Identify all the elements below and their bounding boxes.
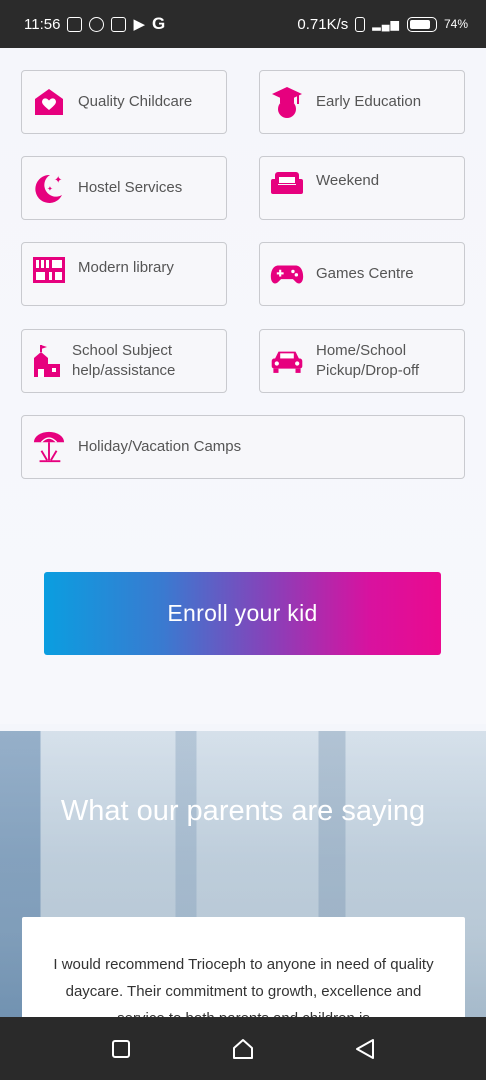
service-label: Early Education <box>316 93 422 110</box>
beach-umbrella-icon <box>32 430 66 464</box>
service-home-school-pickup[interactable]: Home/School Pickup/Drop-off <box>259 329 465 393</box>
service-hostel-services[interactable]: ✦ ✦ Hostel Services <box>21 156 227 220</box>
service-label: Hostel Services <box>78 179 183 196</box>
service-quality-childcare[interactable]: Quality Childcare <box>21 70 227 134</box>
service-label: Games Centre <box>316 265 414 282</box>
signal-icon: ▂▄▆ <box>372 18 400 31</box>
heart-house-icon <box>32 85 66 119</box>
service-modern-library[interactable]: Modern library <box>21 242 227 306</box>
services-section: Quality Childcare Early Education ✦ ✦ Hos… <box>0 48 486 724</box>
school-icon <box>30 344 64 378</box>
home-button[interactable] <box>228 1034 258 1064</box>
sofa-icon <box>270 165 304 199</box>
record-notification-icon <box>89 16 105 32</box>
service-weekend[interactable]: Weekend <box>259 156 465 220</box>
battery-level: 74% <box>443 17 468 31</box>
gamepad-icon <box>270 257 304 291</box>
testimonial-card: I would recommend Trioceph to anyone in … <box>22 917 465 1017</box>
service-label: Holiday/Vacation Camps <box>78 438 242 455</box>
system-navigation-bar <box>0 1017 486 1080</box>
status-time: 11:56 <box>24 15 61 33</box>
testimonials-section: What our parents are saying I would reco… <box>0 731 486 1017</box>
recent-apps-button[interactable] <box>106 1034 136 1064</box>
network-speed: 0.71K/s <box>297 15 349 33</box>
service-label: Home/School Pickup/Drop-off <box>316 342 420 379</box>
back-button[interactable] <box>350 1034 380 1064</box>
service-label: School Subject help/assistance <box>72 342 176 379</box>
service-label: Weekend <box>316 172 380 189</box>
service-games-centre[interactable]: Games Centre <box>259 242 465 306</box>
status-bar: 11:56 ▶ G 0.71K/s ▂▄▆ 74% <box>0 0 486 48</box>
square-icon <box>112 1039 130 1058</box>
google-icon: G <box>151 14 166 33</box>
service-school-subject-help[interactable]: School Subject help/assistance <box>21 329 227 393</box>
download-notification-icon <box>111 16 127 32</box>
back-triangle-icon <box>356 1038 374 1059</box>
moon-stars-icon: ✦ ✦ <box>32 171 66 205</box>
gallery-notification-icon <box>67 16 83 32</box>
graduate-icon <box>270 85 304 119</box>
bookshelf-icon <box>32 253 66 287</box>
service-holiday-camps[interactable]: Holiday/Vacation Camps <box>21 415 465 479</box>
home-icon <box>233 1038 253 1059</box>
car-icon <box>270 344 304 378</box>
testimonials-heading: What our parents are saying <box>60 795 426 827</box>
service-early-education[interactable]: Early Education <box>259 70 465 134</box>
battery-icon <box>406 16 437 32</box>
vibrate-icon <box>355 16 366 32</box>
svg-text:✦: ✦ <box>47 185 53 193</box>
testimonial-quote: I would recommend Trioceph to anyone in … <box>53 956 434 1017</box>
service-label: Quality Childcare <box>78 93 193 110</box>
svg-text:✦: ✦ <box>54 175 62 186</box>
service-label: Modern library <box>78 259 174 276</box>
enroll-button[interactable]: Enroll your kid <box>44 572 441 655</box>
play-store-icon: ▶ <box>133 16 145 33</box>
